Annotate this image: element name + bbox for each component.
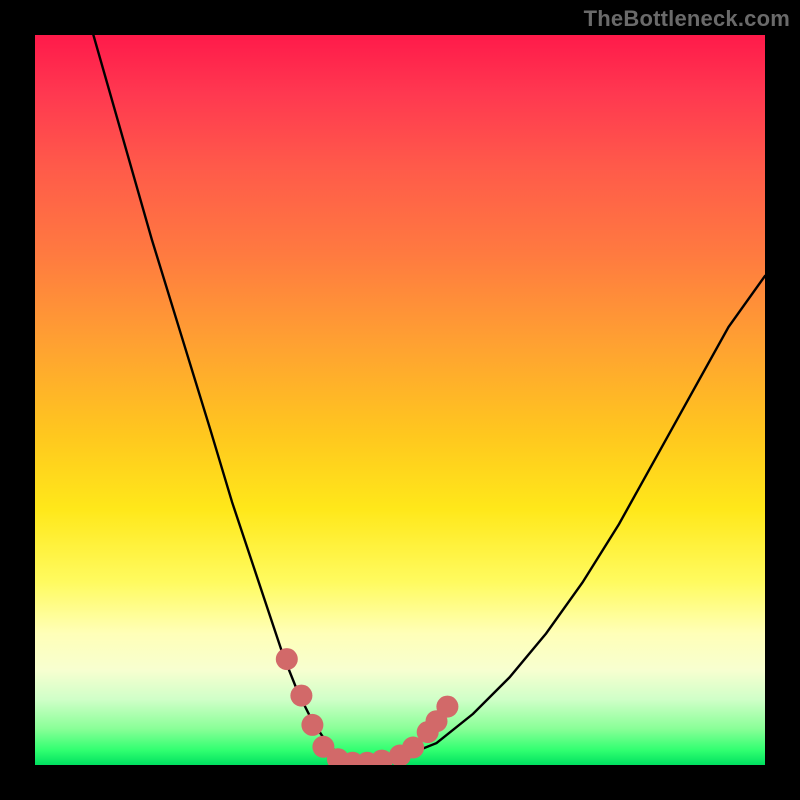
data-marker [301, 714, 323, 736]
data-marker [436, 696, 458, 718]
chart-frame: TheBottleneck.com [0, 0, 800, 800]
chart-svg [35, 35, 765, 765]
data-marker [276, 648, 298, 670]
bottleneck-curve [93, 35, 765, 765]
data-marker [290, 685, 312, 707]
plot-area [35, 35, 765, 765]
watermark-text: TheBottleneck.com [584, 6, 790, 32]
marker-group [276, 648, 459, 765]
